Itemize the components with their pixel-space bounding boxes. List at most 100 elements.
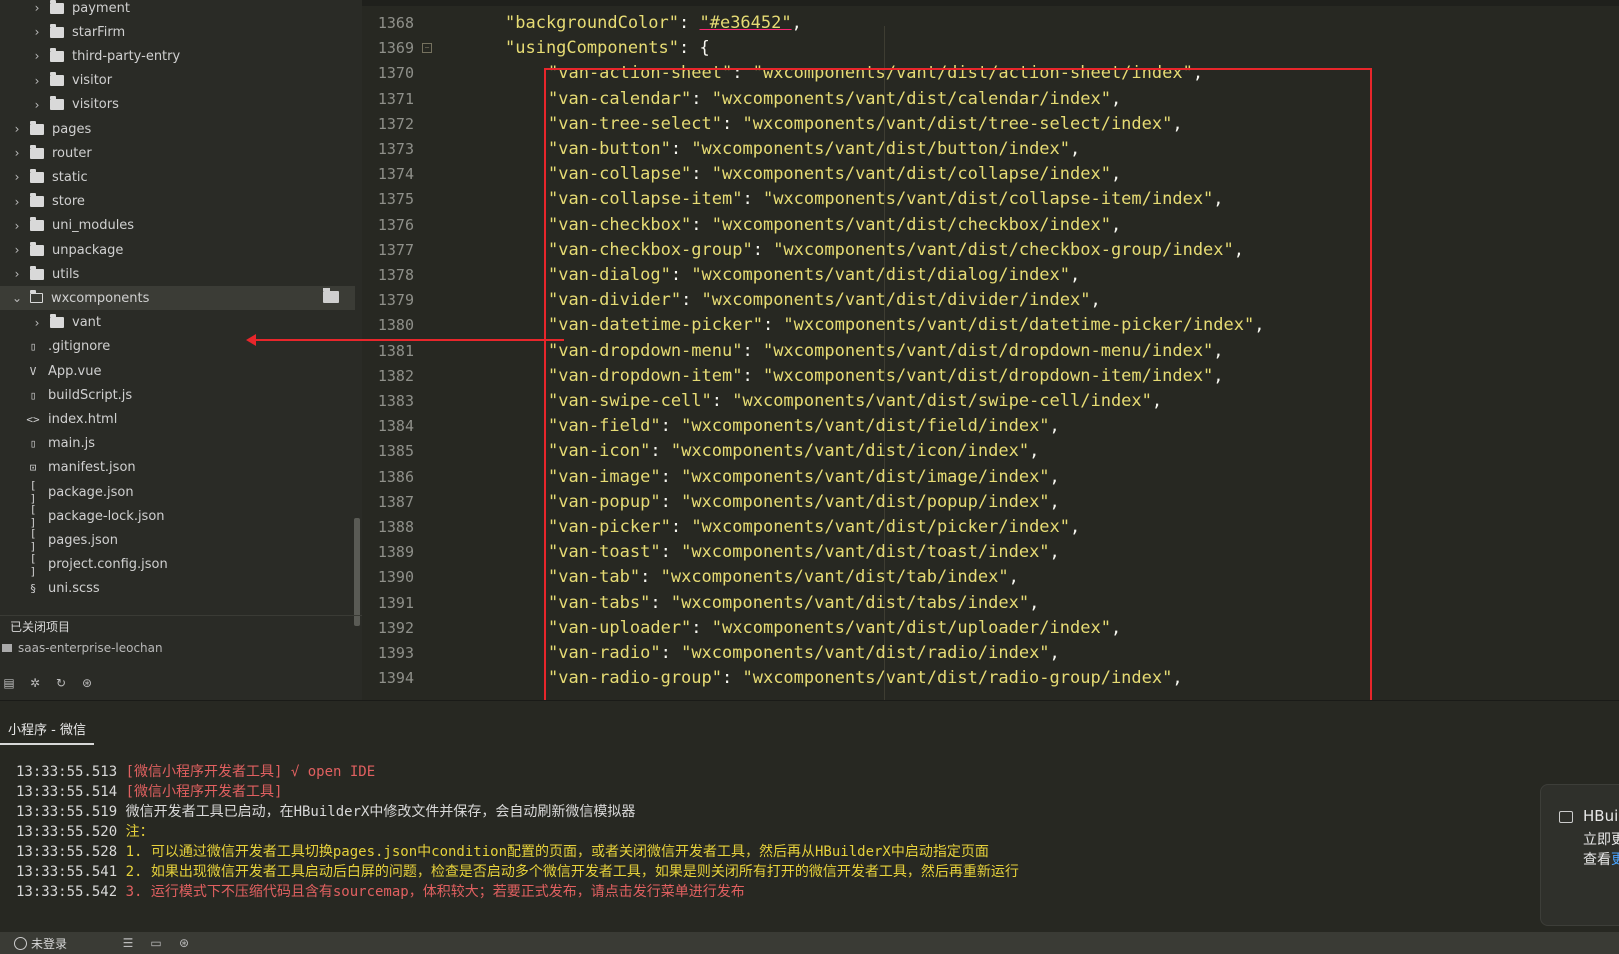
- json-separator: :: [732, 63, 753, 84]
- tree-file-uni-scss[interactable]: § uni.scss: [0, 577, 355, 601]
- tree-folder-store[interactable]: › store: [0, 190, 355, 214]
- tree-folder-third-party-entry[interactable]: › third-party-entry: [0, 44, 355, 68]
- code-line[interactable]: 1393 "van-radio": "wxcomponents/vant/dist…: [362, 640, 1619, 666]
- sidebar-scrollbar[interactable]: [354, 518, 360, 626]
- chevron-right-icon[interactable]: ›: [10, 195, 24, 209]
- code-line[interactable]: 1372 "van-tree-select": "wxcomponents/van…: [362, 111, 1619, 137]
- json-punctuation: ,: [1070, 265, 1081, 285]
- tree-file-index-html[interactable]: <> index.html: [0, 407, 355, 431]
- tree-folder-payment[interactable]: › payment: [0, 0, 355, 20]
- chevron-right-icon[interactable]: ›: [10, 170, 24, 184]
- refresh-icon[interactable]: ↻: [54, 676, 68, 690]
- tree-folder-starfirm[interactable]: › starFirm: [0, 20, 355, 44]
- tree-folder-static[interactable]: › static: [0, 165, 355, 189]
- tree-file-package-lock-json[interactable]: [ ] package-lock.json: [0, 503, 355, 529]
- code-text: "van-popup": "wxcomponents/vant/dist/pop…: [548, 489, 1060, 515]
- tree-folder-utils[interactable]: › utils: [0, 262, 355, 286]
- code-line[interactable]: 1373 "van-button": "wxcomponents/vant/dis…: [362, 136, 1619, 162]
- fold-toggle-icon[interactable]: −: [422, 43, 432, 54]
- code-line[interactable]: 1385 "van-icon": "wxcomponents/vant/dist/…: [362, 438, 1619, 464]
- code-line[interactable]: 1388 "van-picker": "wxcomponents/vant/dis…: [362, 514, 1619, 540]
- code-line[interactable]: 1389 "van-toast": "wxcomponents/vant/dist…: [362, 539, 1619, 565]
- code-line[interactable]: 1368 "backgroundColor": "#e36452",: [362, 10, 1619, 36]
- tree-folder-wxcomponents[interactable]: ⌄ wxcomponents: [0, 286, 355, 311]
- code-text: "van-dropdown-item": "wxcomponents/vant/…: [548, 363, 1224, 389]
- json-punctuation: ,: [1090, 290, 1101, 311]
- tree-folder-pages[interactable]: › pages: [0, 117, 355, 141]
- list-icon[interactable]: ☰: [121, 936, 135, 950]
- json-value: "wxcomponents/vant/dist/checkbox-group/i…: [773, 239, 1234, 260]
- tree-file-manifest-json[interactable]: ⊡ manifest.json: [0, 456, 355, 480]
- console-tab[interactable]: 小程序 - 微信: [0, 719, 94, 745]
- tree-folder-router[interactable]: › router: [0, 141, 355, 165]
- chevron-right-icon[interactable]: ›: [10, 219, 24, 233]
- plugin-icon[interactable]: ⊛: [177, 936, 191, 950]
- json-punctuation: ,: [1213, 189, 1224, 210]
- tree-file-main-js[interactable]: ▯ main.js: [0, 432, 355, 456]
- code-line[interactable]: 1390 "van-tab": "wxcomponents/vant/dist/t…: [362, 564, 1619, 590]
- tree-folder-unpackage[interactable]: › unpackage: [0, 238, 355, 262]
- notification-link[interactable]: 更: [1611, 852, 1619, 868]
- tree-file-pages-json[interactable]: [ ] pages.json: [0, 527, 355, 553]
- code-line[interactable]: 1392 "van-uploader": "wxcomponents/vant/d…: [362, 615, 1619, 641]
- code-line[interactable]: 1371 "van-calendar": "wxcomponents/vant/d…: [362, 86, 1619, 112]
- code-line[interactable]: 1386 "van-image": "wxcomponents/vant/dist…: [362, 464, 1619, 490]
- folder-icon: [50, 0, 64, 14]
- code-line[interactable]: 1378 "van-dialog": "wxcomponents/vant/dis…: [362, 262, 1619, 288]
- line-number: 1387: [377, 492, 414, 511]
- collapse-icon[interactable]: ▤: [2, 676, 16, 690]
- code-line[interactable]: 1370 "van-action-sheet": "wxcomponents/va…: [362, 60, 1619, 86]
- chevron-right-icon[interactable]: ›: [10, 122, 24, 136]
- code-line[interactable]: 1380 "van-datetime-picker": "wxcomponents…: [362, 312, 1619, 338]
- code-line[interactable]: 1369− "usingComponents": {: [362, 35, 1619, 61]
- code-line[interactable]: 1381 "van-dropdown-menu": "wxcomponents/v…: [362, 338, 1619, 364]
- update-notification[interactable]: HBuil 立即更 查看更: [1540, 784, 1619, 926]
- chevron-right-icon[interactable]: ›: [10, 146, 24, 160]
- json-separator: :: [660, 643, 682, 663]
- chevron-right-icon[interactable]: ›: [30, 25, 44, 39]
- chevron-down-icon[interactable]: ⌄: [10, 291, 24, 305]
- chevron-right-icon[interactable]: ›: [30, 316, 44, 330]
- login-status[interactable]: 未登录: [31, 935, 67, 952]
- chevron-right-icon[interactable]: ›: [10, 267, 24, 281]
- json-file-icon: [ ]: [29, 551, 37, 578]
- code-line[interactable]: 1384 "van-field": "wxcomponents/vant/dist…: [362, 413, 1619, 439]
- tree-file-project-config-json[interactable]: [ ] project.config.json: [0, 551, 355, 578]
- chevron-right-icon[interactable]: ›: [10, 243, 24, 257]
- chevron-right-icon[interactable]: ›: [30, 98, 44, 112]
- tree-folder-uni-modules[interactable]: › uni_modules: [0, 214, 355, 238]
- tree-folder-visitor[interactable]: › visitor: [0, 69, 355, 93]
- chevron-right-icon[interactable]: ›: [30, 74, 44, 88]
- code-editor[interactable]: 1368 "backgroundColor": "#e36452", 1369− "u…: [362, 0, 1619, 700]
- code-text: "van-toast": "wxcomponents/vant/dist/toa…: [548, 539, 1060, 565]
- code-line[interactable]: 1391 "van-tabs": "wxcomponents/vant/dist/…: [362, 590, 1619, 616]
- debug-icon[interactable]: ✲: [28, 676, 42, 690]
- code-line[interactable]: 1374 "van-collapse": "wxcomponents/vant/d…: [362, 161, 1619, 187]
- json-separator: :: [691, 164, 712, 185]
- code-line[interactable]: 1382 "van-dropdown-item": "wxcomponents/v…: [362, 363, 1619, 389]
- line-number: 1375: [377, 190, 414, 209]
- tree-file-package-json[interactable]: [ ] package.json: [0, 479, 355, 505]
- code-line[interactable]: 1394 "van-radio-group": "wxcomponents/van…: [362, 665, 1619, 691]
- code-line[interactable]: 1376 "van-checkbox": "wxcomponents/vant/d…: [362, 212, 1619, 238]
- chevron-right-icon[interactable]: ›: [30, 1, 44, 15]
- plugin-icon[interactable]: ⊛: [80, 676, 94, 690]
- code-line[interactable]: 1379 "van-divider": "wxcomponents/vant/di…: [362, 287, 1619, 313]
- open-folder-icon[interactable]: [323, 288, 339, 304]
- tree-item-label: uni_modules: [52, 218, 135, 234]
- code-line[interactable]: 1387 "van-popup": "wxcomponents/vant/dist…: [362, 489, 1619, 515]
- json-value: "wxcomponents/vant/dist/checkbox/index": [711, 214, 1111, 235]
- closed-project-item[interactable]: saas-enterprise-leochan: [0, 637, 362, 659]
- line-number: 1374: [377, 165, 414, 184]
- tree-folder-visitors[interactable]: › visitors: [0, 93, 355, 117]
- chevron-right-icon[interactable]: ›: [30, 49, 44, 63]
- tree-file-app-vue[interactable]: V App.vue: [0, 359, 355, 383]
- tree-folder-vant[interactable]: › vant: [0, 311, 355, 335]
- code-line[interactable]: 1383 "van-swipe-cell": "wxcomponents/vant…: [362, 388, 1619, 414]
- code-line[interactable]: 1375 "van-collapse-item": "wxcomponents/v…: [362, 186, 1619, 212]
- code-line[interactable]: 1377 "van-checkbox-group": "wxcomponents/…: [362, 237, 1619, 263]
- code-text: "van-field": "wxcomponents/vant/dist/fie…: [548, 413, 1060, 439]
- tree-file-buildscript-js[interactable]: ▯ buildScript.js: [0, 383, 355, 407]
- tree-item-label: App.vue: [48, 363, 102, 379]
- terminal-icon[interactable]: ▭: [149, 936, 163, 950]
